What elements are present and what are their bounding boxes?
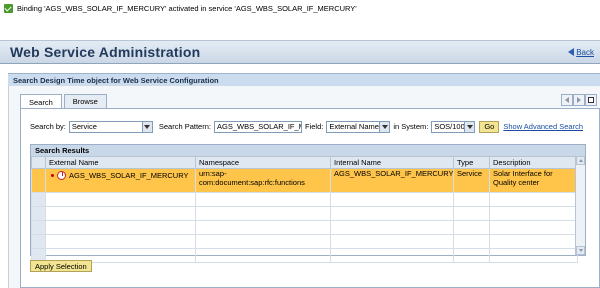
row-selector[interactable] (31, 220, 46, 235)
field-label: Field: (304, 122, 324, 131)
search-results-title: Search Results (31, 145, 585, 156)
row-selector[interactable] (31, 234, 46, 249)
tab-browse[interactable]: Browse (63, 94, 107, 108)
system-dropdown[interactable]: SOS/100 (431, 120, 476, 133)
tab-menu-button[interactable] (585, 94, 597, 106)
section-header: Search Design Time object for Web Servic… (8, 73, 600, 86)
results-grid: External Name Namespace Internal Name Ty… (31, 156, 578, 263)
external-name-text: AGS_WBS_SOLAR_IF_MERCURY (69, 171, 189, 180)
back-arrow-icon (568, 48, 575, 56)
cell-internal-name: AGS_WBS_SOLAR_IF_MERCURY (330, 168, 454, 193)
column-header-namespace[interactable]: Namespace (195, 156, 331, 169)
field-dropdown[interactable]: External Name (326, 120, 391, 133)
search-by-dropdown[interactable]: Service (68, 120, 153, 133)
success-check-icon (4, 3, 13, 13)
table-row (31, 234, 578, 249)
vertical-scrollbar[interactable] (575, 156, 585, 255)
tab-scroll-left-button[interactable] (561, 94, 573, 106)
cell-description: Solar Interface for Quality center (489, 168, 578, 193)
select-all-cell[interactable] (31, 156, 46, 169)
column-header-description[interactable]: Description (489, 156, 578, 169)
chevron-down-icon (466, 124, 473, 129)
row-selector[interactable] (31, 206, 46, 221)
tab-list-icon (588, 97, 594, 103)
show-advanced-search-link[interactable]: Show Advanced Search (503, 122, 583, 131)
search-by-value: Service (71, 122, 97, 131)
table-row (31, 192, 578, 207)
scroll-up-button[interactable] (576, 156, 585, 165)
system-label: in System: (393, 122, 429, 131)
column-header-internal-name[interactable]: Internal Name (330, 156, 454, 169)
dropdown-arrow (379, 121, 390, 132)
row-selector[interactable] (31, 168, 46, 193)
bullet-icon (51, 174, 54, 177)
table-row[interactable]: AGS_WBS_SOLAR_IF_MERCURY urn:sap-com:doc… (31, 168, 578, 193)
field-value: External Name (329, 122, 379, 131)
chevron-down-icon (144, 124, 151, 129)
back-label: Back (576, 47, 594, 57)
page-title: Web Service Administration (10, 44, 201, 60)
search-results-table: Search Results External Name Namespace I… (30, 144, 586, 263)
column-header-external-name[interactable]: External Name (45, 156, 196, 169)
apply-selection-button[interactable]: Apply Selection (30, 260, 92, 272)
message-bar: Binding 'AGS_WBS_SOLAR_IF_MERCURY' activ… (0, 0, 600, 16)
chevron-up-icon (578, 159, 583, 162)
chevron-right-icon (577, 97, 581, 103)
search-pattern-label: Search Pattern: (158, 122, 211, 131)
go-button[interactable]: Go (479, 120, 500, 133)
row-selector[interactable] (31, 192, 46, 207)
service-status-icon (57, 171, 66, 180)
system-value: SOS/100 (434, 122, 465, 131)
table-row (31, 248, 578, 263)
dropdown-arrow (141, 121, 152, 132)
status-message: Binding 'AGS_WBS_SOLAR_IF_MERCURY' activ… (17, 3, 357, 13)
cell-type: Service (453, 168, 490, 193)
tab-strip: Search Browse (20, 94, 109, 109)
tab-search[interactable]: Search (20, 94, 62, 109)
page-header: Web Service Administration Back (0, 40, 600, 64)
dropdown-arrow (464, 121, 475, 132)
table-row (31, 220, 578, 235)
scroll-down-button[interactable] (576, 246, 585, 255)
search-pattern-input[interactable] (213, 120, 302, 133)
cell-namespace: urn:sap-com:document:sap:rfc:functions (195, 168, 331, 193)
column-header-type[interactable]: Type (453, 156, 490, 169)
search-criteria-row: Search by: Service Search Pattern: Field… (30, 120, 583, 133)
cell-external-name: AGS_WBS_SOLAR_IF_MERCURY (45, 168, 196, 193)
search-by-label: Search by: (30, 122, 66, 131)
chevron-down-icon (578, 249, 583, 252)
table-header-row: External Name Namespace Internal Name Ty… (31, 156, 578, 169)
chevron-left-icon (565, 97, 569, 103)
table-row (31, 206, 578, 221)
tab-scroll-right-button[interactable] (573, 94, 585, 106)
chevron-down-icon (381, 124, 388, 129)
back-link[interactable]: Back (568, 48, 594, 57)
